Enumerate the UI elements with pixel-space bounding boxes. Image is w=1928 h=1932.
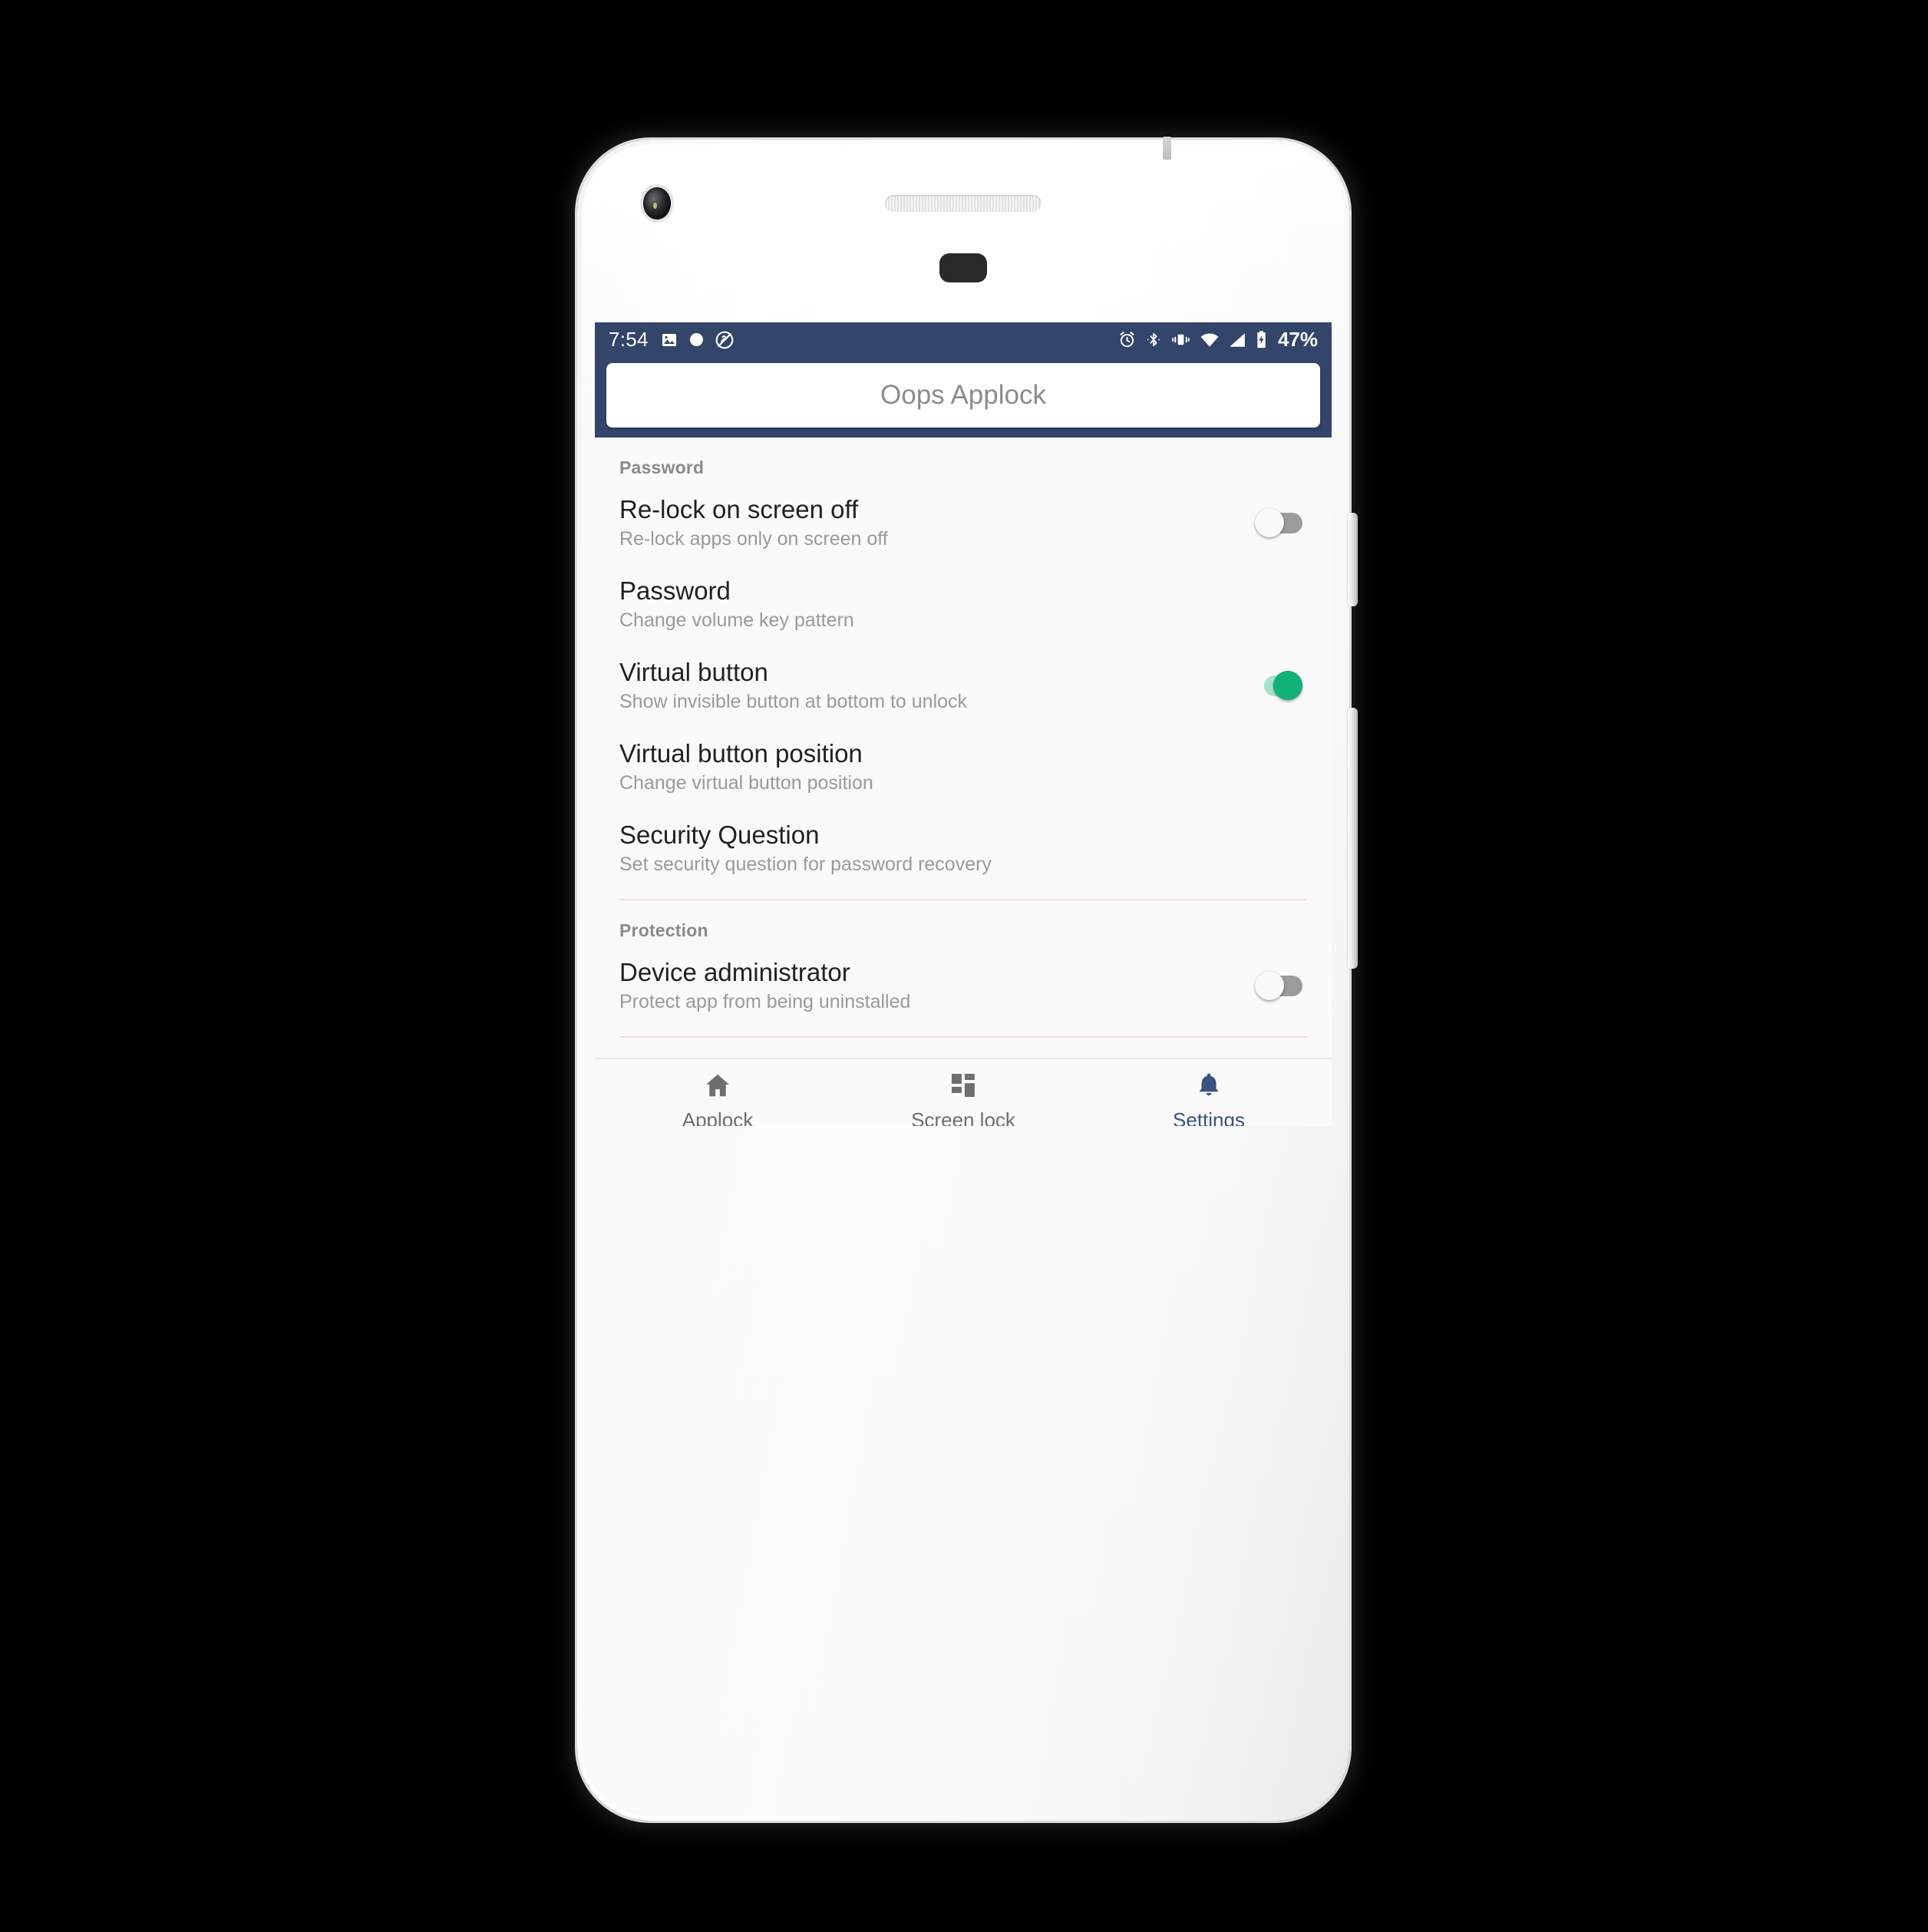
row-subtitle: Change volume key pattern [619,609,854,632]
setting-row-password[interactable]: Password Change volume key pattern [595,564,1332,646]
settings-list[interactable]: Password Re-lock on screen off Re-lock a… [595,438,1332,1058]
proximity-sensor [939,253,987,282]
page-title: Oops Applock [880,380,1046,410]
row-texts: Password Change volume key pattern [619,576,1307,632]
virtual-button-switch[interactable] [1255,671,1302,701]
alarm-icon [1118,330,1137,349]
section-header-protection: Protection [619,920,708,941]
frame-antenna-notch [1163,137,1171,160]
row-subtitle: Protect app from being uninstalled [619,991,911,1013]
device-administrator-switch[interactable] [1255,971,1302,1001]
nav-item-screen-lock[interactable]: Screen lock [840,1059,1086,1126]
bottom-navigation: Applock Screen lock Settings [595,1058,1332,1126]
dot-icon [689,333,703,346]
nav-label: Applock [682,1108,754,1126]
nav-label: Screen lock [911,1108,1015,1126]
cellular-signal-icon [1228,332,1246,348]
row-title: Virtual button [619,658,768,687]
row-title: Password [619,576,731,606]
nav-item-applock[interactable]: Applock [595,1059,840,1126]
dashboard-icon [949,1069,978,1101]
app-bar: Oops Applock [595,357,1332,438]
nav-label: Settings [1173,1108,1245,1126]
section-header-password: Password [619,457,705,477]
row-title: Re-lock on screen off [619,495,859,523]
status-bar-right: 47% [1118,328,1318,352]
volume-rocker[interactable] [1348,708,1358,969]
status-time: 7:54 [609,328,649,351]
power-button[interactable] [1348,513,1358,606]
phone-screen: 7:54 47% Oops Applock Password Re-lock o… [595,322,1332,1126]
row-subtitle: Change virtual button position [619,772,873,794]
setting-row-virtual-button-position[interactable]: Virtual button position Change virtual b… [595,727,1332,808]
status-bar-left: 7:54 [609,328,735,352]
row-subtitle: Show invisible button at bottom to unloc… [619,691,968,713]
do-not-disturb-icon [715,330,735,350]
row-subtitle: Re-lock apps only on screen off [619,528,888,550]
home-icon [702,1069,733,1101]
wifi-icon [1200,332,1220,348]
battery-charging-icon [1255,330,1268,349]
section-header-support: Support [595,1038,1332,1058]
row-texts: Virtual button Show invisible button at … [619,658,1235,713]
row-title: Virtual button position [619,739,863,768]
battery-percent: 47% [1277,328,1318,351]
front-camera-icon [643,187,671,220]
status-bar: 7:54 47% [595,322,1332,357]
relock-on-screen-off-switch[interactable] [1255,508,1302,537]
image-icon [660,331,678,349]
screenshot-root: 7:54 47% Oops Applock Password Re-lock o… [0,0,1928,1932]
row-texts: Re-lock on screen off Re-lock apps only … [619,495,1235,550]
switch-thumb [1273,671,1302,701]
row-subtitle: Set security question for password recov… [619,854,992,876]
setting-row-device-administrator[interactable]: Device administrator Protect app from be… [595,946,1332,1027]
row-title: Device administrator [619,958,850,987]
app-title-card[interactable]: Oops Applock [606,363,1320,428]
bluetooth-icon [1145,330,1162,349]
setting-row-relock-on-screen-off[interactable]: Re-lock on screen off Re-lock apps only … [595,483,1332,564]
bell-icon [1194,1069,1223,1101]
switch-thumb [1255,508,1284,537]
phone-frame: 7:54 47% Oops Applock Password Re-lock o… [577,137,1358,1821]
switch-thumb [1255,971,1284,1001]
setting-row-virtual-button[interactable]: Virtual button Show invisible button at … [595,646,1332,727]
vibrate-icon [1170,330,1191,349]
row-title: Security Question [619,821,820,850]
setting-row-security-question[interactable]: Security Question Set security question … [595,808,1332,890]
row-texts: Virtual button position Change virtual b… [619,739,1307,794]
nav-item-settings[interactable]: Settings [1086,1059,1332,1126]
earpiece-speaker [885,195,1042,212]
row-texts: Security Question Set security question … [619,821,1307,876]
row-texts: Device administrator Protect app from be… [619,958,1235,1013]
